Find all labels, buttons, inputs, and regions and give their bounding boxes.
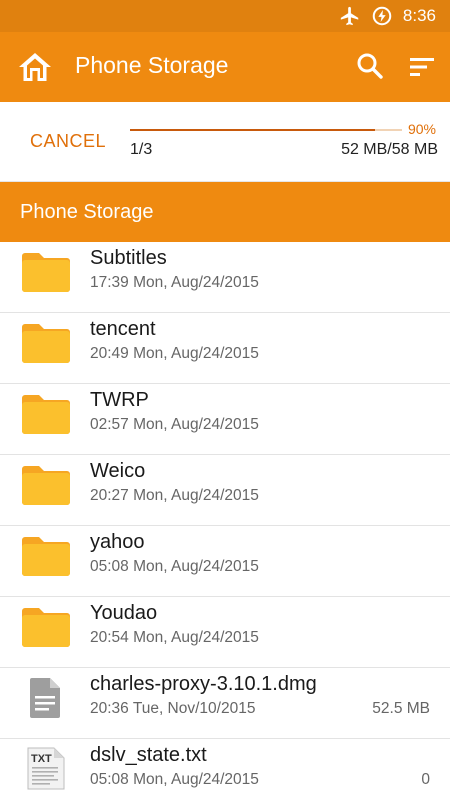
file-date: 02:57 Mon, Aug/24/2015 [90,416,259,433]
file-name: charles-proxy-3.10.1.dmg [90,673,317,695]
document-icon [20,676,72,720]
battery-saver-icon [371,5,393,27]
folder-icon [20,321,72,365]
folder-icon [20,250,72,294]
file-date: 20:27 Mon, Aug/24/2015 [90,487,259,504]
search-icon[interactable] [356,52,384,80]
app-bar: Phone Storage [0,32,450,102]
folder-icon [20,463,72,507]
file-name: Youdao [90,602,158,624]
file-date: 17:39 Mon, Aug/24/2015 [90,274,259,291]
progress-bar-fill [130,129,375,131]
clock-time: 8:36 [402,6,436,25]
file-list-item[interactable]: charles-proxy-3.10.1.dmg 20:36 Tue, Nov/1… [0,668,450,739]
home-icon[interactable] [18,51,52,83]
airplane-icon [339,5,361,27]
progress-percent: 90% [407,121,436,137]
folder-icon [20,392,72,436]
cancel-button[interactable]: CANCEL [30,131,106,152]
folder-icon [20,534,72,578]
file-list: Subtitles 17:39 Mon, Aug/24/2015 tencent 20… [0,242,450,800]
file-list-item[interactable]: yahoo 05:08 Mon, Aug/24/2015 [0,526,450,597]
status-bar: 8:36 [0,0,450,32]
file-list-item[interactable]: TWRP 02:57 Mon, Aug/24/2015 [0,384,450,455]
section-header: Phone Storage [0,182,450,242]
file-size: 52.5 MB [372,700,430,717]
file-list-item[interactable]: Weico 20:27 Mon, Aug/24/2015 [0,455,450,526]
file-name: Subtitles [90,247,167,269]
progress-bar [130,129,402,131]
file-size: 0 [421,771,430,788]
file-name: Weico [90,460,146,482]
progress-size: 52 MB/58 MB [341,141,438,158]
app-title: Phone Storage [75,52,229,78]
file-date: 05:08 Mon, Aug/24/2015 [90,771,259,788]
file-list-item[interactable]: Subtitles 17:39 Mon, Aug/24/2015 [0,242,450,313]
file-name: yahoo [90,531,145,553]
file-date: 05:08 Mon, Aug/24/2015 [90,558,259,575]
folder-icon [20,605,72,649]
text-file-icon: TXT [20,747,72,791]
copy-progress-panel: CANCEL 90% 1/3 52 MB/58 MB [0,102,450,182]
file-date: 20:36 Tue, Nov/10/2015 [90,700,256,717]
sort-icon[interactable] [408,54,436,80]
progress-count: 1/3 [130,141,153,158]
file-date: 20:49 Mon, Aug/24/2015 [90,345,259,362]
file-name: TWRP [90,389,149,411]
file-list-item[interactable]: tencent 20:49 Mon, Aug/24/2015 [0,313,450,384]
file-list-item[interactable]: TXT dslv_state.txt 05:08 Mon, Aug/24/2015 0 [0,739,450,800]
file-list-item[interactable]: Youdao 20:54 Mon, Aug/24/2015 [0,597,450,668]
file-name: dslv_state.txt [90,744,207,766]
file-name: tencent [90,318,156,340]
file-date: 20:54 Mon, Aug/24/2015 [90,629,259,646]
svg-text:TXT: TXT [31,753,52,765]
